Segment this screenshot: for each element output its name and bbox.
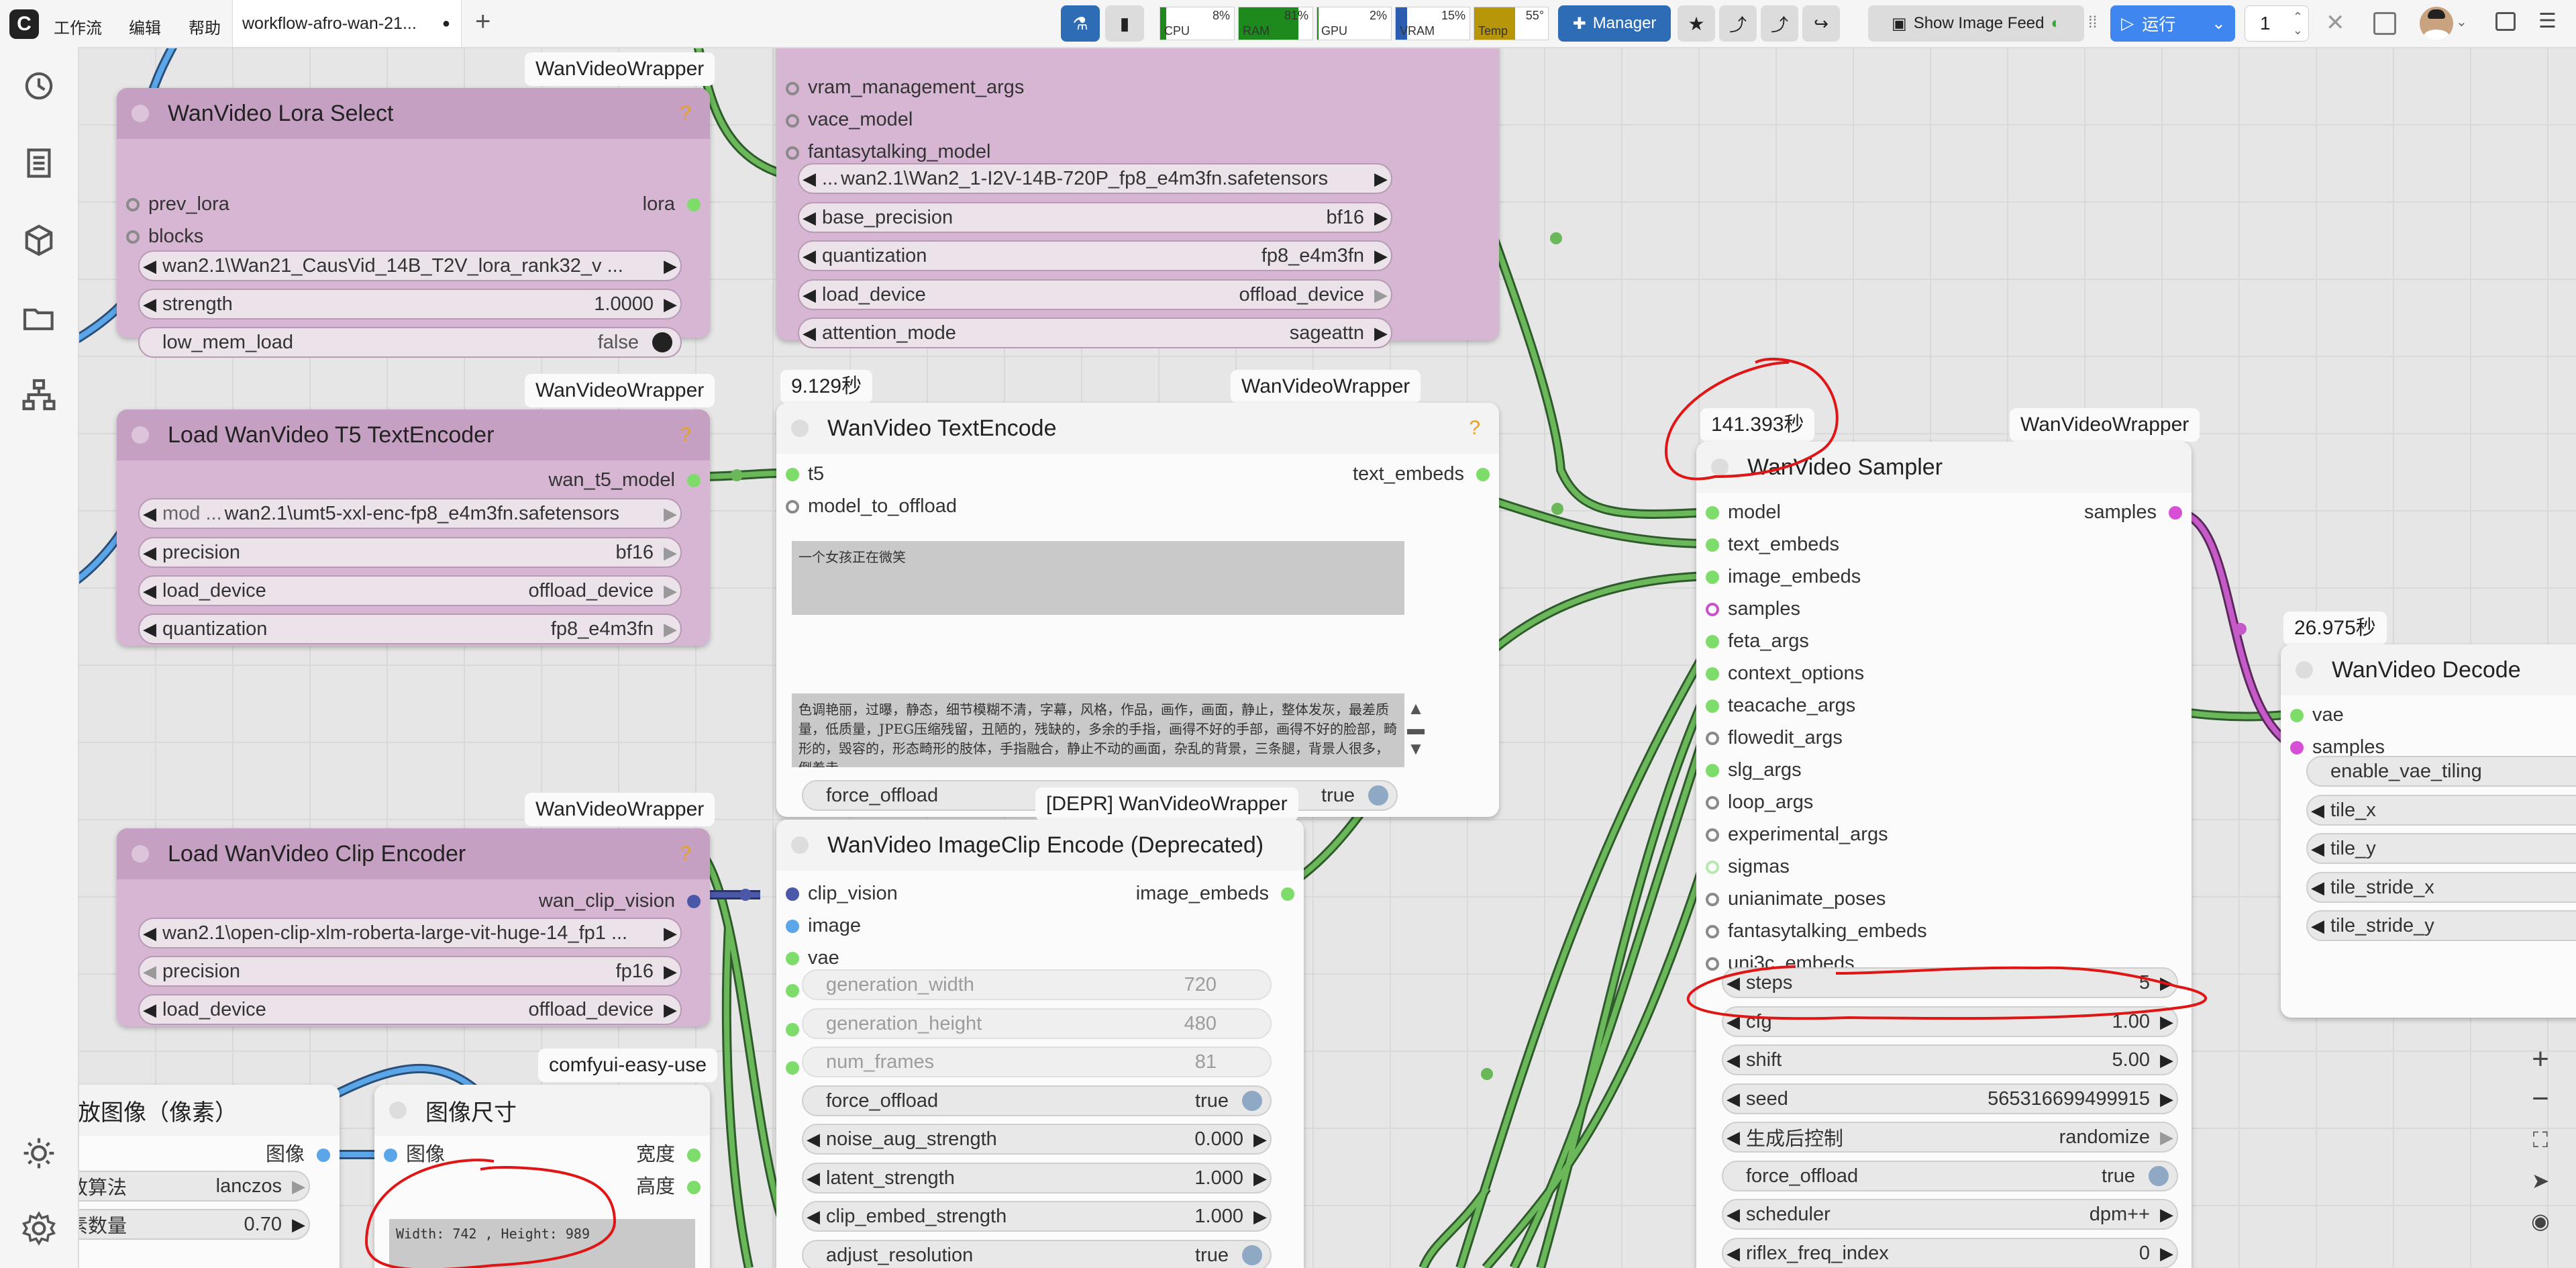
show-image-feed-button[interactable]: ▣ Show Image Feed ◐ xyxy=(1868,5,2084,42)
bottom-panel-icon[interactable] xyxy=(2495,12,2516,31)
feed-toggle-icon: ◐ xyxy=(2051,14,2061,32)
annotation-layer xyxy=(364,358,2207,1268)
fit-view-icon[interactable]: ⛶ xyxy=(2520,1128,2561,1168)
tab-workflow[interactable]: workflow-afro-wan-21... ● xyxy=(232,0,462,47)
model-library-icon[interactable] xyxy=(20,222,58,259)
queue-run-button[interactable]: ▷ 运行 ⌄ xyxy=(2110,5,2235,42)
workflow-canvas[interactable]: WanVideoWrapper WanVideo Lora Select? pr… xyxy=(78,47,2576,1268)
bookmark-icon[interactable]: ▮ xyxy=(1105,5,1144,42)
star-icon[interactable]: ★ xyxy=(1678,5,1715,42)
annotation-circle-time xyxy=(1664,358,1839,481)
top-menubar: C 工作流 编辑 帮助 workflow-afro-wan-21... ● + ⚗… xyxy=(0,0,2576,48)
annotation-circle-size xyxy=(364,1159,617,1268)
image-icon: ▣ xyxy=(1892,14,1907,33)
close-icon[interactable]: ✕ xyxy=(2326,9,2345,36)
meter-gpu: 2% GPU xyxy=(1317,7,1392,40)
play-icon: ▷ xyxy=(2121,14,2134,33)
free-memory-icon[interactable]: ⤴ xyxy=(1761,5,1798,42)
stop-icon[interactable] xyxy=(2373,12,2396,35)
menu-workflow[interactable]: 工作流 xyxy=(54,15,102,38)
chevron-down-icon[interactable]: ⌄ xyxy=(2212,13,2226,34)
batch-count-input[interactable]: 1 ⌃ ⌄ xyxy=(2245,5,2309,42)
queue-icon[interactable] xyxy=(20,144,58,182)
unload-models-icon[interactable]: ⤴ xyxy=(1719,5,1757,42)
comfy-logo-icon[interactable]: C xyxy=(9,9,39,39)
node-library-icon[interactable] xyxy=(20,376,58,413)
pointer-mode-icon[interactable]: ➤ xyxy=(2520,1168,2561,1208)
meter-vram: 15% VRAM xyxy=(1395,7,1470,40)
history-icon[interactable] xyxy=(20,67,58,105)
settings-icon[interactable] xyxy=(20,1210,58,1247)
menu-help[interactable]: 帮助 xyxy=(189,15,221,38)
theme-icon[interactable] xyxy=(20,1134,58,1172)
toggle-bottom-panel-icon[interactable]: ⚗ xyxy=(1061,5,1100,42)
avatar[interactable] xyxy=(2420,7,2453,40)
add-tab-button[interactable]: + xyxy=(475,7,491,37)
meter-cpu: 8% CPU xyxy=(1160,7,1235,40)
avatar-hair xyxy=(2428,9,2445,19)
annotation-circle-steps xyxy=(1686,965,2207,1020)
meter-ram: 81% RAM xyxy=(1238,7,1313,40)
hamburger-menu-icon[interactable]: ☰ xyxy=(2538,9,2557,33)
share-icon[interactable]: ↪ xyxy=(1802,5,1840,42)
tab-label: workflow-afro-wan-21... xyxy=(242,14,417,33)
chevron-down-icon[interactable]: ⌄ xyxy=(2456,13,2467,30)
meter-temp: 55° Temp xyxy=(1474,7,1549,40)
toggle-link-visibility-icon[interactable]: ◉ xyxy=(2520,1208,2561,1249)
zoom-out-icon[interactable]: − xyxy=(2520,1082,2561,1122)
meter-fill xyxy=(1317,7,1319,40)
left-sidebar xyxy=(0,47,79,1268)
puzzle-icon: ✚ xyxy=(1572,14,1586,33)
avatar-shirt xyxy=(2424,30,2449,40)
unsaved-indicator[interactable]: ● xyxy=(442,0,450,47)
zoom-in-icon[interactable]: + xyxy=(2520,1042,2561,1083)
drag-handle-icon[interactable]: ⁞⁞ xyxy=(2088,13,2097,32)
menu-edit[interactable]: 编辑 xyxy=(129,15,161,38)
workflows-icon[interactable] xyxy=(20,299,58,336)
manager-button[interactable]: ✚ Manager xyxy=(1558,5,1671,42)
stepper-icon[interactable]: ⌃ ⌄ xyxy=(2293,10,2303,37)
